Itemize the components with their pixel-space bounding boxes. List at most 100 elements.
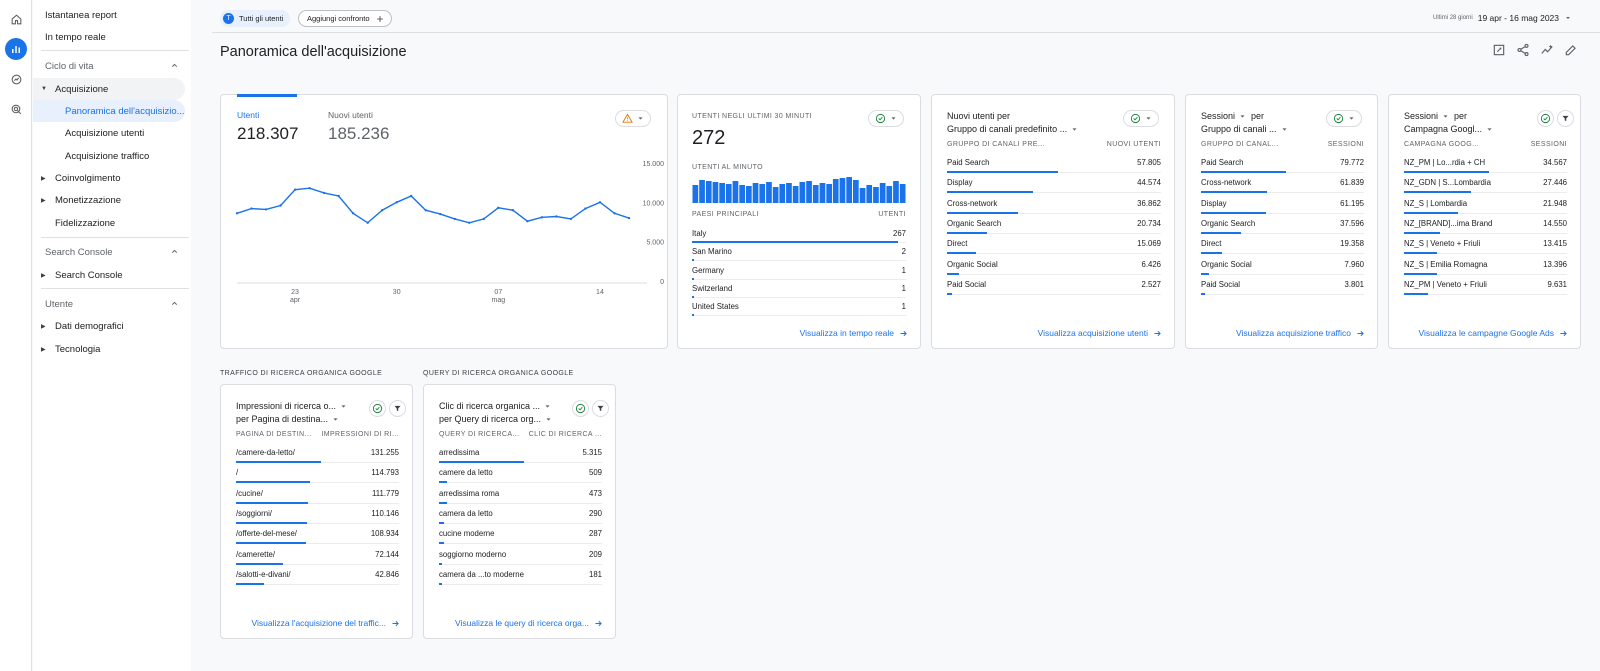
nav-fidelizzazione[interactable]: Fidelizzazione: [33, 212, 189, 234]
table-row[interactable]: arredissima 5.315: [439, 443, 602, 463]
table-row[interactable]: Organic Search 37.596: [1201, 214, 1364, 234]
table-row[interactable]: Organic Search 20.734: [947, 214, 1161, 234]
table-row[interactable]: camera da letto 290: [439, 504, 602, 524]
table-row[interactable]: Paid Search 79.772: [1201, 153, 1364, 173]
share-icon[interactable]: [1516, 43, 1530, 57]
table-row[interactable]: /camere-da-letto/131.255: [236, 443, 399, 463]
table-row[interactable]: /soggiorni/110.146: [236, 504, 399, 524]
country-row[interactable]: Switzerland 1: [692, 280, 906, 298]
status-ok-button[interactable]: [572, 400, 589, 417]
table-row[interactable]: / 114.793: [236, 463, 399, 484]
data-point: [279, 204, 282, 207]
card-title: Clic di ricerca organica ... per Query di…: [439, 401, 552, 424]
table-row[interactable]: Display 61.195: [1201, 194, 1364, 214]
nav-section-search-console[interactable]: Search Console: [33, 241, 189, 263]
row-label: Organic Social: [947, 259, 998, 269]
dimension-selector[interactable]: per Pagina di destina...: [236, 414, 347, 424]
metric-selector[interactable]: Impressioni di ricerca o...: [236, 401, 347, 411]
table-row[interactable]: arredissima roma 473: [439, 484, 602, 504]
country-row[interactable]: United States 1: [692, 298, 906, 317]
table-row[interactable]: Direct 15.069: [947, 234, 1161, 255]
table-row[interactable]: /offerte-del-mese/108.934: [236, 524, 399, 545]
tab-nuovi-utenti[interactable]: Nuovi utenti 185.236: [328, 110, 389, 144]
table-row[interactable]: /cucine/111.779: [236, 484, 399, 504]
row-bar: [1404, 292, 1428, 295]
filter-button[interactable]: [592, 400, 609, 417]
nav-acquisizione-traffico[interactable]: Acquisizione traffico: [33, 145, 189, 167]
insight-warning-button[interactable]: [615, 110, 651, 127]
table-row[interactable]: cucine moderne 287: [439, 524, 602, 545]
nav-in-tempo-reale[interactable]: In tempo reale: [33, 26, 189, 48]
check-circle-icon: [575, 403, 586, 414]
card-link[interactable]: Visualizza le campagne Google Ads: [1419, 328, 1568, 338]
metric-selector[interactable]: Sessioni per: [1201, 111, 1288, 121]
status-ok-button[interactable]: [1123, 110, 1159, 127]
tab-utenti[interactable]: Utenti 218.307: [237, 110, 298, 144]
nav-acquisizione-utenti[interactable]: Acquisizione utenti: [33, 122, 189, 144]
nav-tecnologia[interactable]: ▶ Tecnologia: [33, 338, 189, 360]
table-row[interactable]: /salotti-e-divani/42.846: [236, 565, 399, 585]
filter-button[interactable]: [389, 400, 406, 417]
nav-section-ciclo-di-vita[interactable]: Ciclo di vita: [33, 55, 189, 77]
dimension-selector[interactable]: per Query di ricerca org...: [439, 414, 552, 424]
add-comparison-button[interactable]: Aggiungi confronto: [298, 10, 392, 27]
nav-panoramica-acquisizione[interactable]: Panoramica dell'acquisizio...: [33, 100, 185, 122]
nav-coinvolgimento[interactable]: ▶ Coinvolgimento: [33, 167, 189, 189]
table-row[interactable]: camera da ...to moderne 181: [439, 565, 602, 585]
table-row[interactable]: Direct 19.358: [1201, 234, 1364, 255]
card-link[interactable]: Visualizza l'acquisizione del traffic...: [251, 618, 400, 628]
card-link[interactable]: Visualizza acquisizione traffico: [1236, 328, 1365, 338]
table-row[interactable]: Paid Social 2.527: [947, 275, 1161, 295]
table-row[interactable]: Organic Social 6.426: [947, 255, 1161, 275]
explore-icon[interactable]: [5, 68, 27, 90]
metric-selector[interactable]: Sessioni per: [1404, 111, 1493, 121]
nav-acquisizione[interactable]: ▼ Acquisizione: [33, 78, 185, 100]
nav-monetizzazione[interactable]: ▶ Monetizzazione: [33, 189, 189, 211]
table-row[interactable]: Organic Social 7.960: [1201, 255, 1364, 275]
row-value: 287: [588, 529, 602, 539]
advertising-icon[interactable]: [5, 98, 27, 120]
table-row[interactable]: NZ_[BRAND]...ima Brand 14.550: [1404, 214, 1567, 234]
filter-button[interactable]: [1557, 110, 1574, 127]
table-row[interactable]: Paid Search 57.805: [947, 153, 1161, 173]
country-row[interactable]: San Marino 2: [692, 243, 906, 262]
country-row[interactable]: Italy 267: [692, 225, 906, 243]
table-row[interactable]: /camerette/72.144: [236, 545, 399, 565]
nav-dati-demografici[interactable]: ▶ Dati demografici: [33, 315, 189, 337]
status-ok-button[interactable]: [1326, 110, 1362, 127]
table-row[interactable]: NZ_GDN | S...Lombardia 27.446: [1404, 173, 1567, 194]
table-row[interactable]: NZ_S | Veneto + Friuli 13.415: [1404, 234, 1567, 255]
dimension-selector[interactable]: Campagna Googl...: [1404, 124, 1493, 134]
status-ok-button[interactable]: [868, 110, 904, 127]
card-link[interactable]: Visualizza acquisizione utenti: [1038, 328, 1162, 338]
table-row[interactable]: soggiorno moderno 209: [439, 545, 602, 565]
table-row[interactable]: NZ_S | Lombardia 21.948: [1404, 194, 1567, 214]
table-row[interactable]: camere da letto 509: [439, 463, 602, 484]
table-row[interactable]: NZ_PM | Veneto + Friuli 9.631: [1404, 275, 1567, 295]
home-icon[interactable]: [5, 8, 27, 30]
realtime-link[interactable]: Visualizza in tempo reale: [800, 328, 908, 338]
country-row[interactable]: Germany 1: [692, 262, 906, 280]
date-range-picker[interactable]: Ultimi 28 giorni 19 apr - 16 mag 2023: [1433, 13, 1572, 23]
reports-icon[interactable]: [5, 38, 27, 60]
table-row[interactable]: Cross-network 61.839: [1201, 173, 1364, 194]
status-ok-button[interactable]: [1537, 110, 1554, 127]
nav-istantanea-report[interactable]: Istantanea report: [33, 4, 189, 26]
nav-search-console[interactable]: ▶ Search Console: [33, 264, 189, 286]
metric-selector[interactable]: Clic di ricerca organica ...: [439, 401, 552, 411]
table-row[interactable]: Paid Social 3.801: [1201, 275, 1364, 295]
audience-chip[interactable]: T Tutti gli utenti: [220, 10, 291, 27]
table-row[interactable]: Cross-network 36.862: [947, 194, 1161, 214]
nav-section-utente[interactable]: Utente: [33, 293, 189, 315]
edit-icon[interactable]: [1564, 43, 1578, 57]
status-ok-button[interactable]: [369, 400, 386, 417]
dimension-selector[interactable]: Gruppo di canali ...: [1201, 124, 1288, 134]
table-row[interactable]: Display 44.574: [947, 173, 1161, 194]
customize-report-icon[interactable]: [1492, 43, 1506, 57]
col-header: PAESI PRINCIPALI: [692, 211, 759, 218]
table-row[interactable]: NZ_S | Emilia Romagna 13.396: [1404, 255, 1567, 275]
card-link[interactable]: Visualizza le query di ricerca orga...: [455, 618, 603, 628]
dimension-selector[interactable]: Gruppo di canali predefinito ...: [947, 124, 1078, 134]
insights-icon[interactable]: [1540, 43, 1554, 57]
table-row[interactable]: NZ_PM | Lo...rdia + CH 34.567: [1404, 153, 1567, 173]
